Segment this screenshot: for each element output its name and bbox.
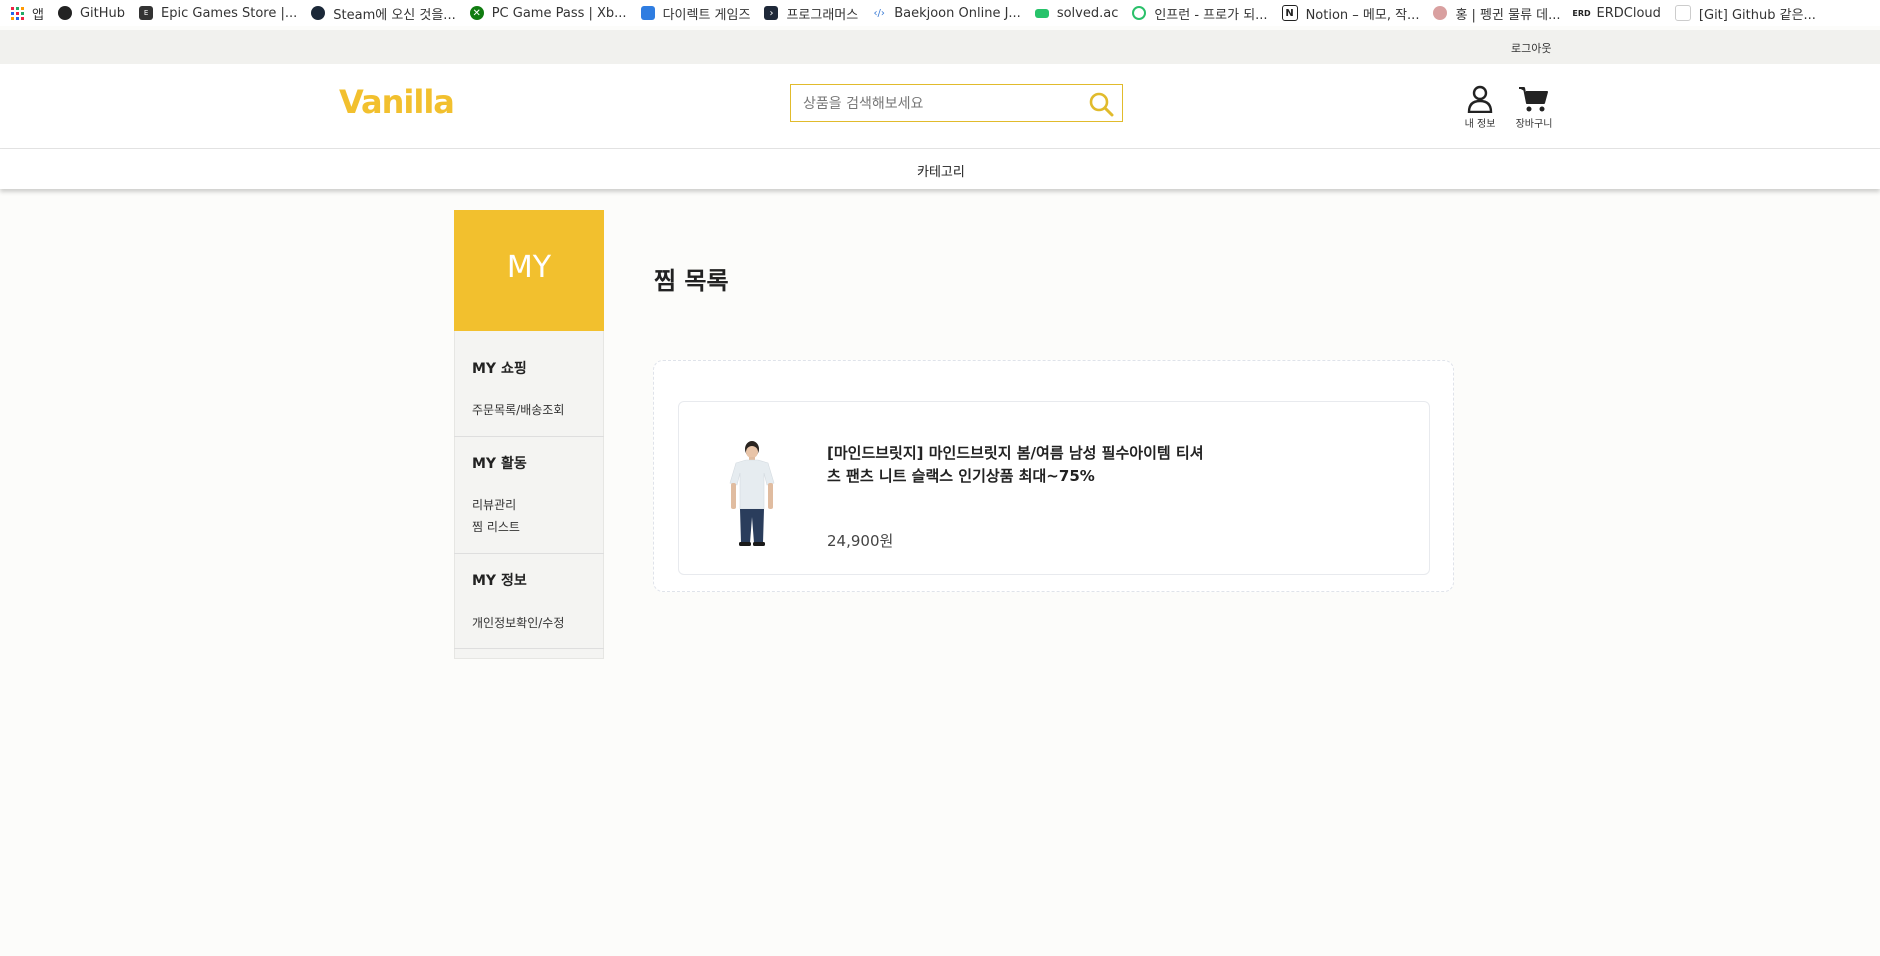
direct-games-icon — [640, 6, 655, 20]
my-title: MY — [506, 250, 552, 285]
bookmark-label: ERDCloud — [1596, 5, 1661, 21]
my-header-box: MY — [454, 210, 604, 331]
search-icon[interactable] — [1088, 91, 1114, 117]
bookmark-label: Notion – 메모, 작... — [1305, 7, 1420, 23]
product-image[interactable] — [722, 439, 782, 547]
bookmark-label: solved.ac — [1056, 5, 1119, 21]
section-divider — [454, 436, 604, 437]
bookmark-solved-ac[interactable]: solved.ac — [1034, 5, 1119, 21]
wishlist-item[interactable] — [678, 401, 1430, 575]
section-divider — [454, 648, 604, 649]
bookmark-erdcloud[interactable]: ERD ERDCloud — [1572, 5, 1661, 21]
bookmark-label: 다이렉트 게임즈 — [662, 7, 751, 23]
bookmark-label: 홍 | 펭귄 물류 데... — [1455, 7, 1561, 23]
sidebar-link-profile[interactable]: 개인정보확인/수정 — [472, 614, 564, 631]
product-name-line: [마인드브릿지] 마인드브릿지 봄/여름 남성 필수아이템 티셔 — [827, 444, 1204, 462]
cart-label: 장바구니 — [1515, 119, 1553, 130]
cart-icon — [1519, 87, 1548, 112]
section-title-my-info: MY 정보 — [472, 573, 527, 589]
category-menu[interactable]: 카테고리 — [917, 161, 965, 180]
my-info-button[interactable]: 내 정보 — [1461, 85, 1499, 130]
github-icon — [57, 6, 72, 20]
section-divider — [454, 553, 604, 554]
section-title-my-activity: MY 활동 — [472, 456, 527, 472]
solved-ac-icon — [1034, 8, 1049, 18]
page-title: 찜 목록 — [654, 267, 729, 295]
xbox-icon: ✕ — [469, 6, 484, 20]
sidebar-link-reviews[interactable]: 리뷰관리 — [472, 496, 516, 513]
product-name-line: 츠 팬츠 니트 슬랙스 인기상품 최대~75% — [827, 467, 1095, 485]
baekjoon-icon: ‹/› — [873, 7, 885, 19]
bookmark-label: PC Game Pass | Xb... — [491, 5, 627, 21]
bookmark-direct-games[interactable]: 다이렉트 게임즈 — [640, 4, 751, 23]
bookmark-baekjoon[interactable]: ‹/› Baekjoon Online J... — [872, 6, 1021, 21]
my-info-label: 내 정보 — [1464, 119, 1496, 130]
inflearn-icon — [1132, 6, 1147, 20]
cart-button[interactable]: 장바구니 — [1512, 85, 1556, 130]
sidebar-link-orders[interactable]: 주문목록/배송조회 — [472, 401, 564, 418]
logout-link[interactable]: 로그아웃 — [1511, 40, 1551, 56]
product-price: 24,900원 — [827, 532, 894, 550]
user-icon — [1467, 85, 1493, 113]
programmers-icon: › — [764, 6, 779, 20]
category-nav: 카테고리 — [0, 149, 1880, 189]
bookmark-label: [Git] Github 같은... — [1698, 7, 1816, 23]
search-input[interactable] — [801, 92, 1075, 116]
bookmark-apps[interactable]: 앱 — [10, 4, 44, 23]
bookmark-programmers[interactable]: › 프로그래머스 — [764, 4, 858, 23]
sidebar-link-wishlist[interactable]: 찜 리스트 — [472, 518, 520, 535]
bookmark-label: Steam에 오신 것을... — [333, 7, 456, 23]
bookmark-github[interactable]: GitHub — [57, 5, 126, 21]
section-title-my-shopping: MY 쇼핑 — [472, 361, 527, 377]
bookmark-label: 인프런 - 프로가 되... — [1154, 7, 1268, 23]
bookmark-xbox[interactable]: ✕ PC Game Pass | Xb... — [469, 5, 627, 21]
bookmark-label: Baekjoon Online J... — [894, 5, 1021, 21]
bookmark-git-github[interactable]: [Git] Github 같은... — [1674, 4, 1816, 23]
bookmark-label: Epic Games Store |... — [161, 5, 298, 21]
bookmark-label: GitHub — [79, 5, 126, 21]
top-utility-strip — [0, 30, 1880, 64]
epic-games-icon: E — [139, 6, 154, 20]
bookmark-inflearn[interactable]: 인프런 - 프로가 되... — [1132, 4, 1268, 23]
notion-icon: N — [1281, 5, 1298, 21]
bookmark-penguin[interactable]: 홍 | 펭귄 물류 데... — [1433, 4, 1561, 23]
page-icon — [1674, 5, 1691, 21]
product-name[interactable]: [마인드브릿지] 마인드브릿지 봄/여름 남성 필수아이템 티셔 츠 팬츠 니트… — [827, 442, 1277, 488]
penguin-icon — [1433, 6, 1448, 20]
bookmark-notion[interactable]: N Notion – 메모, 작... — [1281, 4, 1420, 23]
bookmarks-bar: 앱 GitHub E Epic Games Store |... Steam에 … — [0, 0, 1880, 26]
bookmark-label: 프로그래머스 — [786, 7, 859, 23]
apps-grid-icon — [10, 6, 24, 20]
search-box — [790, 84, 1123, 122]
bookmark-epic[interactable]: E Epic Games Store |... — [139, 6, 297, 21]
bookmark-label: 앱 — [32, 7, 44, 23]
steam-icon — [311, 6, 326, 20]
bookmark-steam[interactable]: Steam에 오신 것을... — [311, 4, 456, 23]
site-logo[interactable]: Vanilla — [339, 83, 455, 121]
erdcloud-icon: ERD — [1572, 8, 1591, 18]
